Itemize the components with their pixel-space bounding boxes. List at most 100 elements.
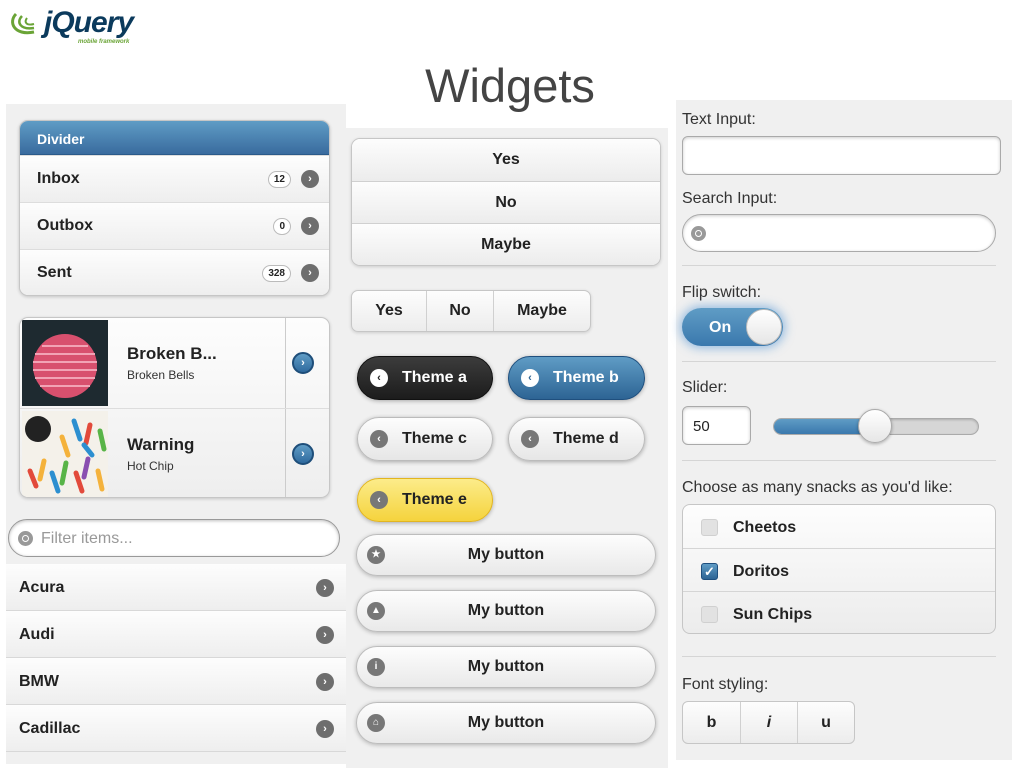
button-label: My button bbox=[467, 714, 545, 731]
theme-c-button[interactable]: ‹ Theme c bbox=[357, 417, 493, 461]
checkbox-doritos[interactable]: ✓ Doritos bbox=[683, 548, 995, 591]
logo-swirl-icon bbox=[11, 12, 35, 35]
button-label: Theme a bbox=[402, 369, 467, 386]
list-item-audi[interactable]: Audi › bbox=[6, 611, 346, 658]
flip-switch-handle[interactable] bbox=[746, 309, 782, 345]
button-label: My button bbox=[467, 658, 545, 675]
count-bubble: 12 bbox=[267, 171, 291, 188]
list-item-warning[interactable]: Warning Hot Chip › bbox=[20, 408, 329, 497]
list-item-label: Cadillac bbox=[19, 720, 81, 737]
star-icon: ★ bbox=[367, 546, 385, 564]
list-item-label: Inbox bbox=[37, 170, 80, 187]
my-button-info[interactable]: i My button bbox=[356, 646, 656, 688]
yes-button[interactable]: Yes bbox=[352, 139, 660, 181]
album-art-hot-chip bbox=[22, 411, 108, 497]
list-item-label: Sent bbox=[37, 264, 72, 281]
chevron-left-icon: ‹ bbox=[370, 430, 388, 448]
chevron-left-icon: ‹ bbox=[521, 430, 539, 448]
list-item-label: Acura bbox=[19, 579, 65, 596]
list-item-acura[interactable]: Acura › bbox=[6, 564, 346, 611]
horizontal-button-group: Yes No Maybe bbox=[351, 290, 591, 332]
list-item-inbox[interactable]: Inbox 12 › bbox=[20, 155, 329, 202]
chevron-right-icon[interactable]: › bbox=[292, 352, 314, 374]
count-bubble: 0 bbox=[273, 218, 291, 235]
flip-switch-label: Flip switch: bbox=[682, 284, 762, 301]
maybe-button[interactable]: Maybe bbox=[352, 223, 660, 265]
my-button-alert[interactable]: ▲ My button bbox=[356, 590, 656, 632]
no-button[interactable]: No bbox=[426, 291, 493, 331]
chevron-right-icon: › bbox=[301, 264, 319, 282]
filter-input[interactable]: Filter items... bbox=[8, 519, 340, 557]
chevron-left-icon: ‹ bbox=[521, 369, 539, 387]
divider bbox=[682, 460, 996, 461]
list-item-cadillac[interactable]: Cadillac › bbox=[6, 705, 346, 752]
checkbox-sun-chips[interactable]: Sun Chips bbox=[683, 591, 995, 633]
logo-tagline: mobile framework bbox=[78, 39, 130, 45]
chevron-right-icon[interactable]: › bbox=[292, 443, 314, 465]
my-button-star[interactable]: ★ My button bbox=[356, 534, 656, 576]
list-item-sent[interactable]: Sent 328 › bbox=[20, 249, 329, 295]
count-bubble: 328 bbox=[262, 265, 291, 282]
button-label: Theme d bbox=[553, 430, 619, 447]
list-item-label: BMW bbox=[19, 673, 59, 690]
chevron-right-icon: › bbox=[316, 579, 334, 597]
thumb-subtitle: Hot Chip bbox=[127, 459, 174, 473]
list-divider: Divider bbox=[20, 121, 329, 155]
vertical-button-group: Yes No Maybe bbox=[351, 138, 661, 266]
search-input-label: Search Input: bbox=[682, 190, 778, 207]
text-input[interactable] bbox=[682, 136, 1001, 175]
logo-wordmark: jQuery bbox=[44, 6, 134, 39]
checkbox-label: Sun Chips bbox=[733, 606, 813, 623]
chevron-right-icon: › bbox=[316, 626, 334, 644]
yes-button[interactable]: Yes bbox=[352, 291, 426, 331]
checkbox-unchecked-icon bbox=[701, 519, 718, 536]
chevron-left-icon: ‹ bbox=[370, 369, 388, 387]
chevron-right-icon: › bbox=[316, 673, 334, 691]
search-input[interactable] bbox=[682, 214, 996, 252]
thumb-title: Broken B... bbox=[127, 344, 217, 363]
theme-e-button[interactable]: ‹ Theme e bbox=[357, 478, 493, 522]
checkbox-unchecked-icon bbox=[701, 606, 718, 623]
divider bbox=[682, 656, 996, 657]
album-art-broken-bells bbox=[22, 320, 108, 406]
theme-a-button[interactable]: ‹ Theme a bbox=[357, 356, 493, 400]
italic-button[interactable]: i bbox=[740, 702, 797, 743]
maybe-button[interactable]: Maybe bbox=[493, 291, 590, 331]
button-label: My button bbox=[467, 602, 545, 619]
bold-button[interactable]: b bbox=[683, 702, 740, 743]
theme-b-button[interactable]: ‹ Theme b bbox=[508, 356, 645, 400]
home-icon: ⌂ bbox=[367, 714, 385, 732]
search-icon bbox=[691, 226, 706, 241]
thumb-subtitle: Broken Bells bbox=[127, 368, 195, 382]
list-item-broken-bells[interactable]: Broken B... Broken Bells › bbox=[20, 318, 329, 408]
list-item-label: Audi bbox=[19, 626, 55, 643]
info-icon: i bbox=[367, 658, 385, 676]
button-label: Theme b bbox=[553, 369, 619, 386]
list-item-bmw[interactable]: BMW › bbox=[6, 658, 346, 705]
page-title: Widgets bbox=[425, 59, 595, 112]
checkbox-label: Cheetos bbox=[733, 519, 797, 536]
checkbox-label: Doritos bbox=[733, 563, 789, 580]
inset-list: Divider Inbox 12 › Outbox 0 › Sent 328 › bbox=[19, 120, 330, 296]
slider-label: Slider: bbox=[682, 379, 728, 396]
my-button-home[interactable]: ⌂ My button bbox=[356, 702, 656, 744]
checkbox-group-label: Choose as many snacks as you'd like: bbox=[682, 479, 953, 496]
font-styling-group: b i u bbox=[682, 701, 855, 744]
thumb-title: Warning bbox=[127, 435, 195, 454]
chevron-right-icon: › bbox=[316, 720, 334, 738]
checkbox-cheetos[interactable]: Cheetos bbox=[683, 505, 995, 548]
flip-switch-value: On bbox=[709, 319, 732, 336]
divider bbox=[682, 265, 996, 266]
underline-button[interactable]: u bbox=[797, 702, 854, 743]
filter-placeholder: Filter items... bbox=[41, 530, 133, 547]
list-item-label: Outbox bbox=[37, 217, 93, 234]
slider-value-input[interactable]: 50 bbox=[682, 406, 751, 445]
flip-switch[interactable]: On bbox=[682, 308, 783, 346]
list-item-outbox[interactable]: Outbox 0 › bbox=[20, 202, 329, 249]
theme-d-button[interactable]: ‹ Theme d bbox=[508, 417, 645, 461]
no-button[interactable]: No bbox=[352, 181, 660, 223]
button-label: Theme c bbox=[402, 430, 467, 447]
button-label: My button bbox=[467, 546, 545, 563]
slider-handle[interactable] bbox=[858, 409, 892, 443]
alert-icon: ▲ bbox=[367, 602, 385, 620]
